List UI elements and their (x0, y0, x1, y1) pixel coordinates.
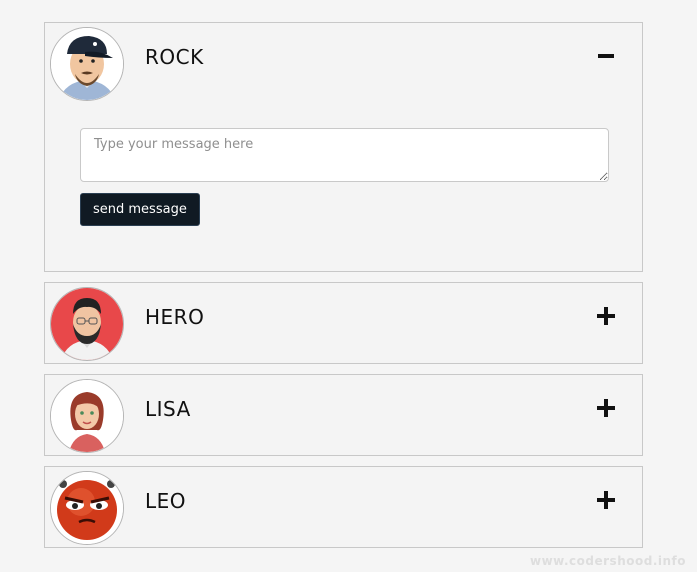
contact-panel-hero[interactable]: HERO (44, 282, 643, 364)
minus-icon[interactable] (596, 45, 618, 67)
contact-name: HERO (145, 305, 205, 329)
plus-icon[interactable] (596, 305, 618, 327)
watermark: www.codershood.info (530, 554, 686, 568)
plus-icon[interactable] (596, 397, 618, 419)
send-message-button[interactable]: send message (80, 193, 200, 226)
angry-emoji-avatar-icon (50, 471, 124, 545)
plus-icon[interactable] (596, 489, 618, 511)
contact-panel-leo[interactable]: LEO (44, 466, 643, 548)
message-input[interactable] (80, 128, 609, 182)
contact-name: LISA (145, 397, 191, 421)
man-cap-avatar-icon (50, 27, 124, 101)
contact-name: ROCK (145, 45, 204, 69)
woman-avatar-icon (50, 379, 124, 453)
contact-panel-rock: ROCK send message (44, 22, 643, 272)
contact-panel-lisa[interactable]: LISA (44, 374, 643, 456)
contact-name: LEO (145, 489, 187, 513)
man-beard-avatar-icon (50, 287, 124, 361)
